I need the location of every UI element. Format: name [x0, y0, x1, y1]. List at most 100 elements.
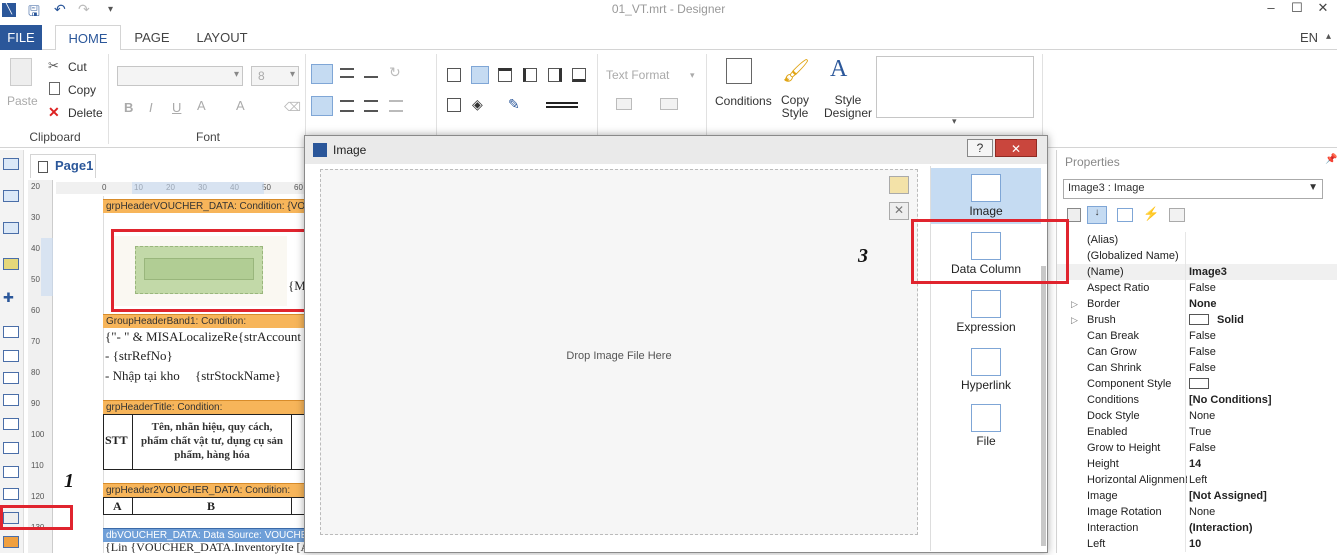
toolbox-label-icon[interactable]	[3, 372, 19, 384]
property-value[interactable]: None	[1189, 504, 1215, 520]
property-row[interactable]: Grow to Height False	[1057, 440, 1337, 456]
cut-icon[interactable]: ✂	[48, 58, 59, 74]
property-row[interactable]: Dock Style None	[1057, 408, 1337, 424]
toolbox-system-text-icon[interactable]	[3, 394, 19, 406]
tab-file[interactable]: FILE	[0, 25, 42, 50]
border-color-icon[interactable]: ✎	[508, 96, 520, 113]
align-bottom-icon[interactable]	[364, 68, 378, 78]
column-b[interactable]: B	[207, 499, 215, 514]
dialog-scrollbar[interactable]	[1041, 266, 1046, 546]
property-row[interactable]: (Alias)	[1057, 232, 1337, 248]
font-name-combo[interactable]	[117, 66, 243, 86]
font-size-combo[interactable]: 8	[251, 66, 299, 86]
style-gallery-dropdown-icon[interactable]: ▾	[952, 116, 957, 127]
events-icon[interactable]: ⚡	[1143, 206, 1159, 222]
toolbox-rich-text-icon[interactable]	[3, 350, 19, 362]
property-row[interactable]: Height 14	[1057, 456, 1337, 472]
source-file[interactable]: File	[931, 398, 1041, 454]
toolbox-picture-icon[interactable]	[3, 258, 19, 270]
property-row[interactable]: (Name) Image3	[1057, 264, 1337, 280]
source-expression[interactable]: Expression	[931, 284, 1041, 340]
maximize-button[interactable]: ☐	[1284, 0, 1310, 20]
property-value[interactable]: Image3	[1189, 264, 1227, 280]
property-row[interactable]: Horizontal Alignment Left	[1057, 472, 1337, 488]
toolbox-clone-icon[interactable]	[3, 488, 19, 500]
collapse-ribbon-icon[interactable]: ▴	[1326, 31, 1331, 42]
toolbox-chart-icon[interactable]	[3, 536, 19, 548]
property-value[interactable]: [Not Assigned]	[1189, 488, 1267, 504]
close-button[interactable]: ✕	[1310, 0, 1336, 20]
copy-icon[interactable]	[49, 82, 60, 95]
property-value[interactable]: True	[1189, 424, 1211, 440]
style-gallery[interactable]	[876, 56, 1034, 118]
text-format-combo[interactable]: Text Format	[606, 68, 669, 82]
property-row[interactable]: Left 10	[1057, 536, 1337, 552]
expand-arrow-icon[interactable]: ▷	[1071, 296, 1078, 312]
property-row[interactable]: Enabled True	[1057, 424, 1337, 440]
property-value[interactable]: (Interaction)	[1189, 520, 1253, 536]
property-row[interactable]: Interaction (Interaction)	[1057, 520, 1337, 536]
text-stock-label[interactable]: - Nhập tại kho	[105, 368, 180, 384]
property-value[interactable]: None	[1189, 296, 1217, 312]
paste-icon[interactable]	[10, 58, 32, 86]
conditions-icon[interactable]	[726, 58, 752, 84]
band-group-header1[interactable]: GroupHeaderBand1: Condition:	[103, 314, 308, 328]
border-style-icon[interactable]	[546, 102, 578, 108]
text-format-more-icon[interactable]	[660, 98, 678, 110]
rotate-icon[interactable]: ↻	[389, 64, 401, 81]
cut-button[interactable]: Cut	[68, 60, 87, 74]
border-none-icon[interactable]	[471, 66, 489, 84]
remove-image-icon[interactable]: ✕	[889, 202, 909, 220]
toolbox-band-icon[interactable]	[3, 158, 19, 170]
property-value[interactable]: False	[1189, 280, 1216, 296]
align-center-icon[interactable]	[340, 100, 354, 112]
property-row[interactable]: Aspect Ratio False	[1057, 280, 1337, 296]
delete-button[interactable]: Delete	[68, 106, 103, 120]
property-value[interactable]: None	[1189, 408, 1215, 424]
align-right-icon[interactable]	[364, 100, 378, 112]
copy-style-icon[interactable]: 🖌	[782, 58, 810, 84]
table-header-stt[interactable]: STT	[105, 433, 128, 448]
help-button[interactable]: ?	[967, 139, 993, 157]
text-account[interactable]: {"- " & MISALocalizeRe{strAccount	[105, 329, 308, 345]
property-row[interactable]: (Globalized Name)	[1057, 248, 1337, 264]
property-row[interactable]: ▷ Brush Solid	[1057, 312, 1337, 328]
source-hyperlink[interactable]: Hyperlink	[931, 342, 1041, 398]
property-row[interactable]: Conditions [No Conditions]	[1057, 392, 1337, 408]
open-file-icon[interactable]	[889, 176, 909, 194]
property-row[interactable]: Can Grow False	[1057, 344, 1337, 360]
component-selector[interactable]: Image3 : Image ▼	[1063, 179, 1323, 199]
delete-icon[interactable]: ✕	[48, 104, 60, 121]
toolbox-cross-band-icon[interactable]	[3, 190, 19, 202]
property-value[interactable]: False	[1189, 344, 1216, 360]
copy-style-button[interactable]: Copy Style	[781, 94, 809, 120]
font-grow-button[interactable]: A	[236, 98, 245, 113]
tab-page[interactable]: PAGE	[130, 25, 174, 50]
dialog-close-button[interactable]: ✕	[995, 139, 1037, 157]
justify-icon[interactable]	[389, 100, 403, 112]
underline-button[interactable]: U	[172, 100, 181, 115]
property-value[interactable]: 10	[1189, 536, 1201, 552]
toolbox-text-icon[interactable]	[3, 326, 19, 338]
border-left-icon[interactable]	[523, 68, 537, 82]
tab-layout[interactable]: LAYOUT	[190, 25, 254, 50]
text-format-dropdown-icon[interactable]: ▾	[690, 70, 695, 81]
italic-button[interactable]: I	[149, 100, 153, 115]
toolbox-panel-icon[interactable]	[3, 418, 19, 430]
settings-icon[interactable]	[1169, 208, 1185, 222]
style-designer-icon[interactable]: A	[830, 56, 847, 83]
border-right-icon[interactable]	[548, 68, 562, 82]
property-value[interactable]: False	[1189, 440, 1216, 456]
conditions-button[interactable]: Conditions	[715, 94, 772, 108]
align-top-icon[interactable]	[311, 64, 333, 84]
categorized-icon[interactable]	[1067, 208, 1081, 222]
property-value[interactable]: False	[1189, 360, 1216, 376]
table-header-description[interactable]: Tên, nhãn hiệu, quy cách, phẩm chất vật …	[138, 420, 286, 462]
align-left-icon[interactable]	[311, 96, 333, 116]
property-value[interactable]: Solid	[1217, 312, 1244, 328]
paste-button[interactable]: Paste	[7, 94, 38, 108]
property-row[interactable]: ▷ Border None	[1057, 296, 1337, 312]
property-value[interactable]: [No Conditions]	[1189, 392, 1271, 408]
band-header-voucher[interactable]: grpHeaderVOUCHER_DATA: Condition: {VOUC	[103, 199, 308, 213]
property-row[interactable]: Image [Not Assigned]	[1057, 488, 1337, 504]
